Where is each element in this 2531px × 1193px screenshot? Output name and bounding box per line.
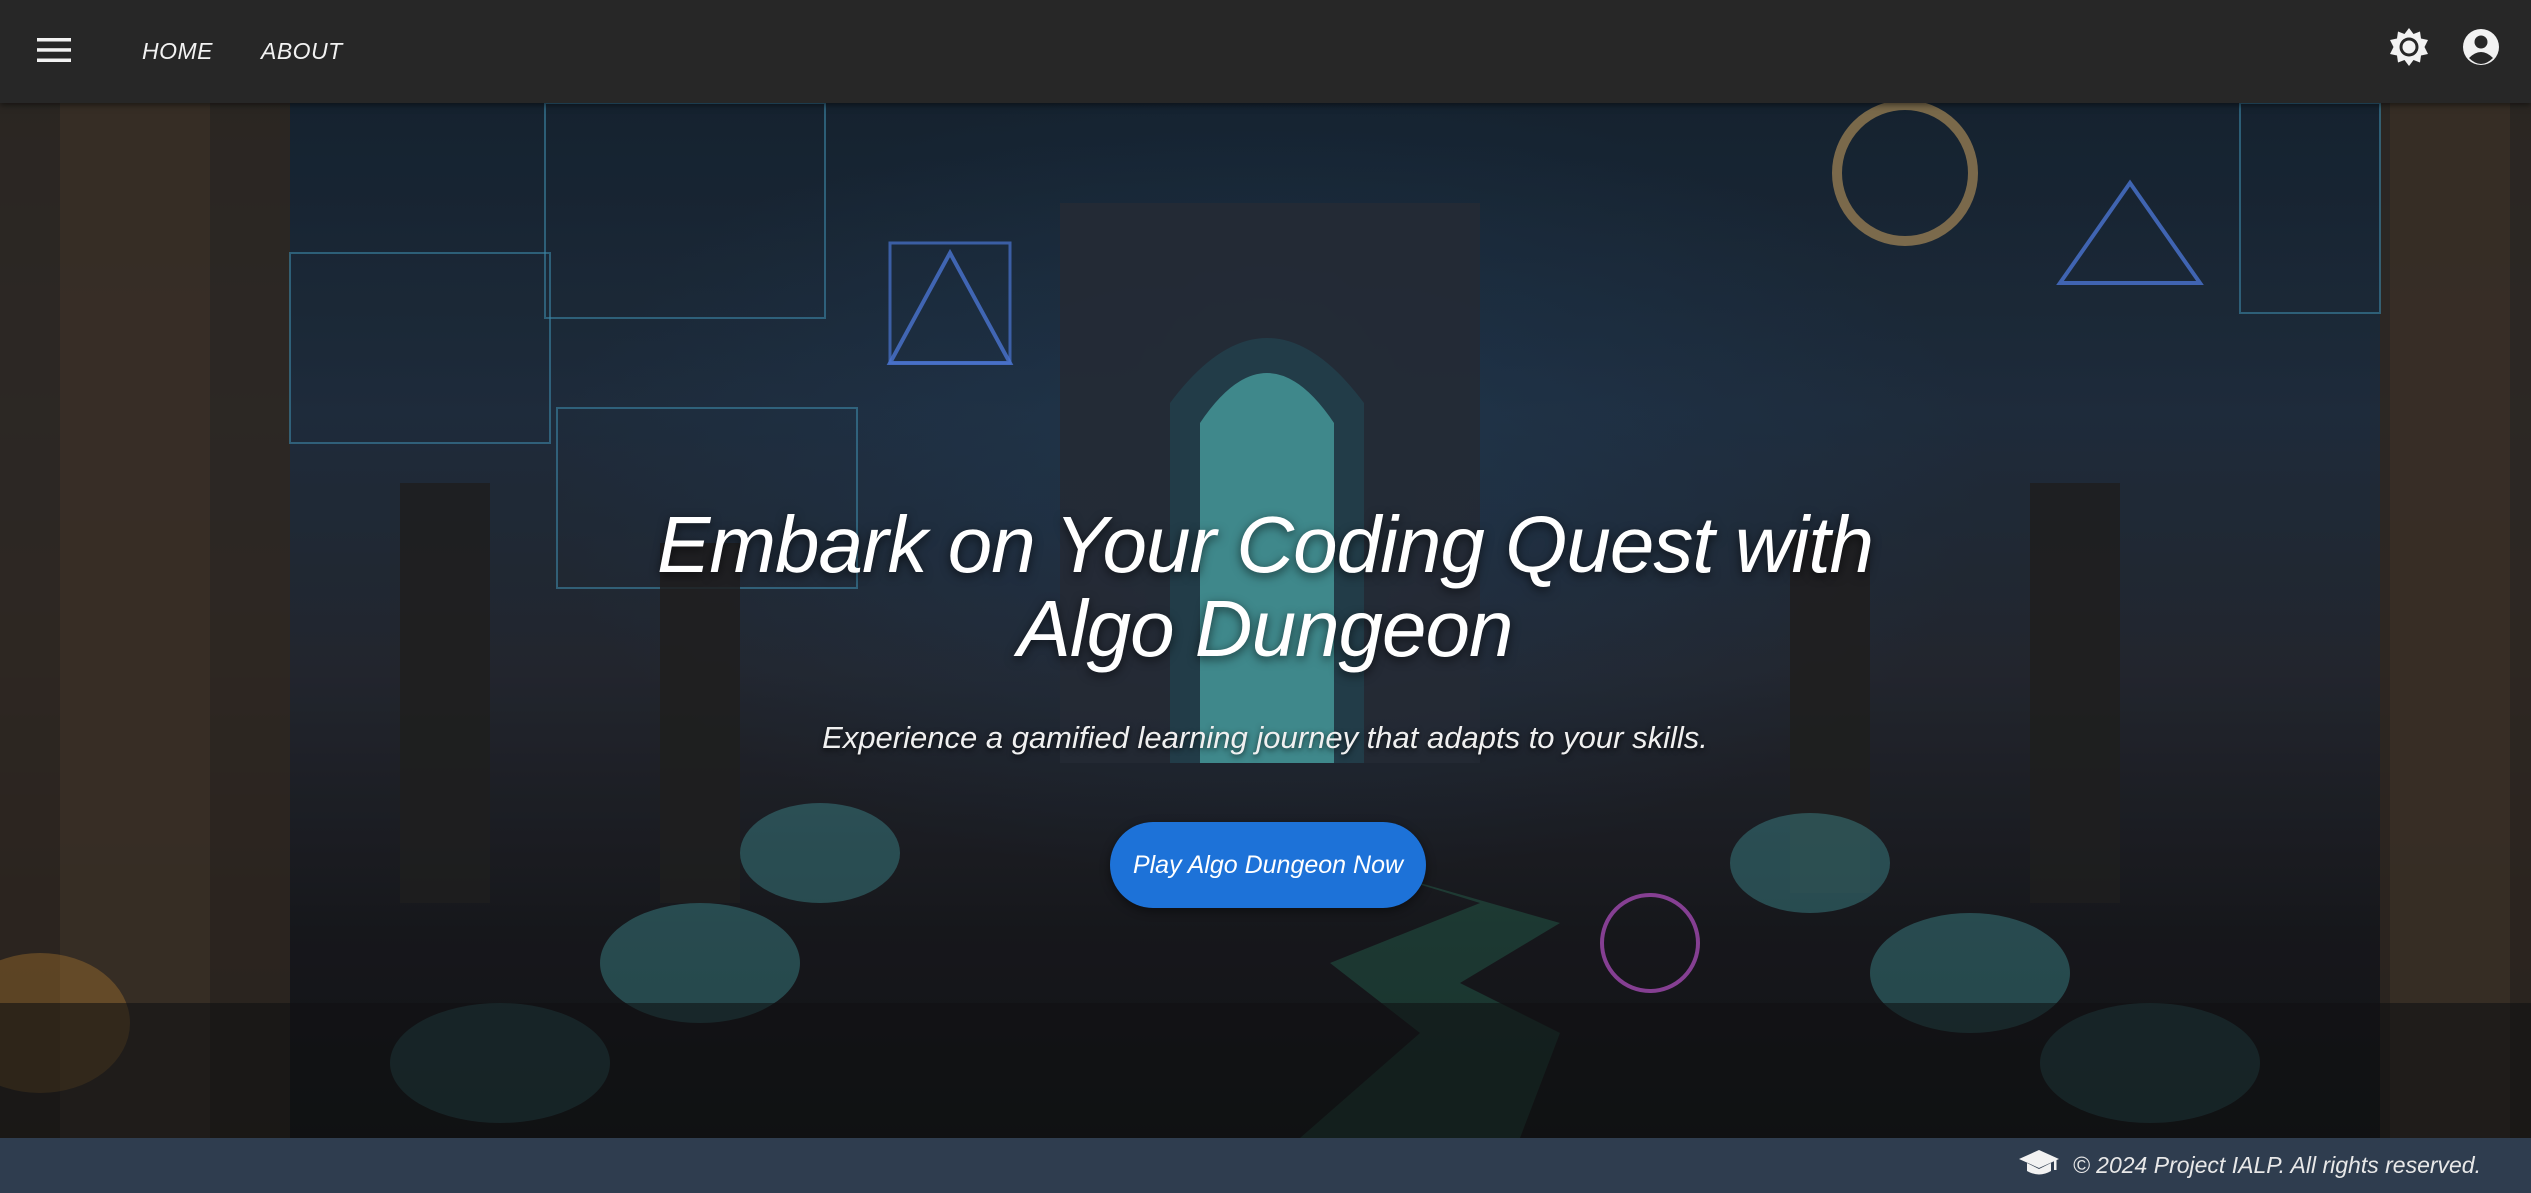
- hero-title-line-2: Algo Dungeon: [1017, 584, 1513, 673]
- toolbar-actions: [2387, 25, 2503, 69]
- nav-home-link[interactable]: HOME: [142, 38, 213, 65]
- hamburger-menu-icon[interactable]: [34, 30, 74, 70]
- copyright-text: © 2024 Project IALP. All rights reserved…: [2072, 1152, 2481, 1178]
- play-now-button[interactable]: Play Algo Dungeon Now: [1110, 822, 1426, 908]
- main-nav: HOME ABOUT: [142, 0, 391, 103]
- nav-about-link[interactable]: ABOUT: [261, 38, 343, 65]
- hero-content: Embark on Your Coding Quest with Algo Du…: [0, 103, 2531, 1138]
- footer: © 2024 Project IALP. All rights reserved…: [0, 1138, 2531, 1193]
- hero-subtitle: Experience a gamified learning journey t…: [822, 720, 1708, 755]
- hero-section: Embark on Your Coding Quest with Algo Du…: [0, 103, 2531, 1138]
- graduation-cap-icon: [2018, 1148, 2059, 1183]
- account-circle-icon[interactable]: [2459, 25, 2503, 69]
- top-app-bar: HOME ABOUT: [0, 0, 2531, 103]
- brightness-icon[interactable]: [2387, 25, 2431, 69]
- hero-title-line-1: Embark on Your Coding Quest with: [656, 500, 1874, 589]
- hero-title: Embark on Your Coding Quest with Algo Du…: [615, 503, 1915, 671]
- footer-content: © 2024 Project IALP. All rights reserved…: [2018, 1138, 2481, 1193]
